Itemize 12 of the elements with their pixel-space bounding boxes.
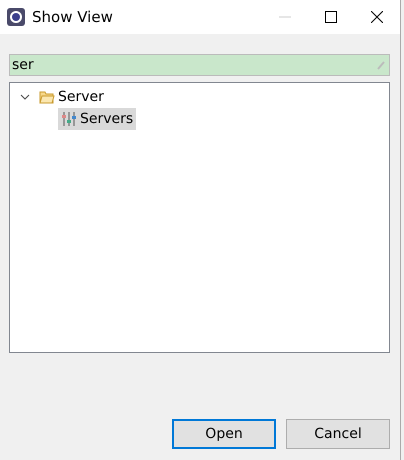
folder-icon [39,89,55,105]
collapse-chevron-icon[interactable] [18,92,32,102]
default-button[interactable]: Open [172,419,276,449]
tree-item[interactable]: Servers [58,108,136,130]
tree-item[interactable]: Server [36,86,107,108]
app-icon [6,7,26,27]
close-icon[interactable] [371,11,383,23]
sliders-icon [61,111,77,127]
search-field[interactable]: ser [9,54,390,76]
maximize-icon[interactable] [325,11,337,23]
dialog-button[interactable]: Cancel [286,419,390,449]
window-title: Show View [32,6,114,28]
